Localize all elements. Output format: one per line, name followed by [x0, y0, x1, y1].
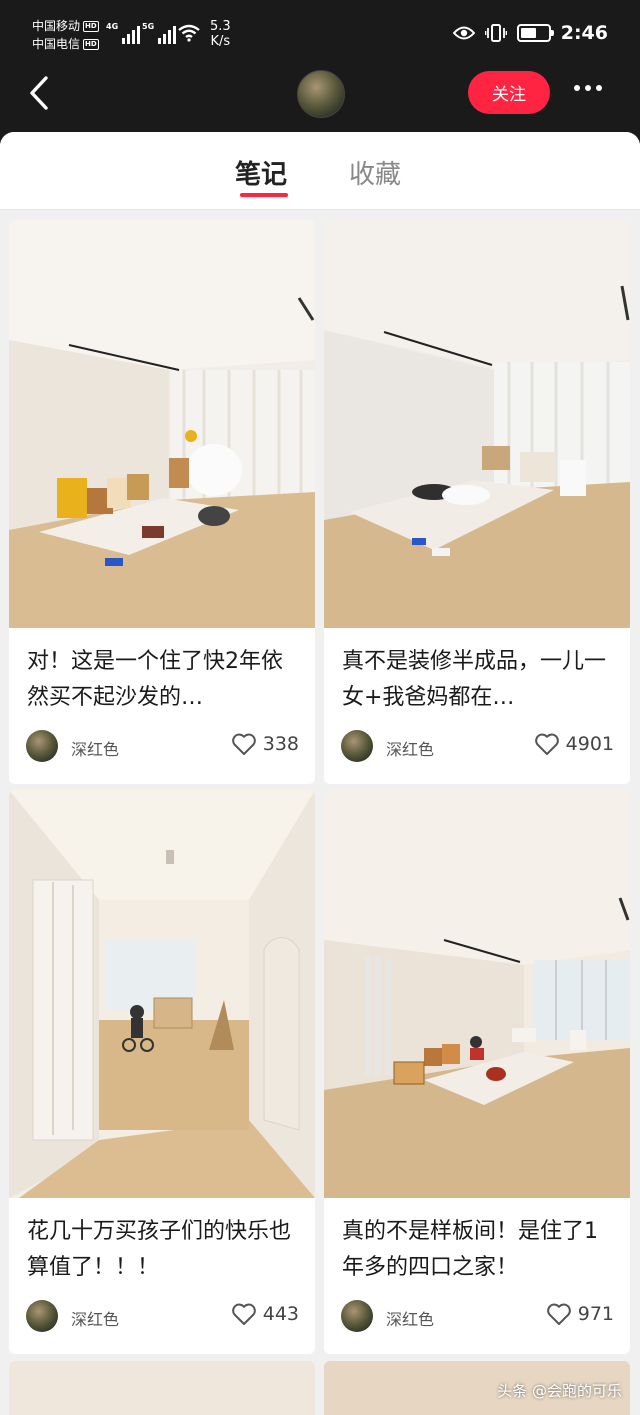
active-tab-indicator: [240, 193, 288, 197]
battery-icon: [516, 24, 554, 42]
speed-unit: K/s: [210, 34, 231, 49]
like-count: 338: [262, 733, 299, 755]
tab-collections[interactable]: 收藏: [349, 154, 401, 191]
author-name[interactable]: 深红色: [71, 736, 119, 760]
like-button[interactable]: 443: [231, 1302, 299, 1326]
content-sheet: 笔记 收藏 对！这是一个住了快2年依然买不起沙发的… 深红色 338 真不是装修…: [0, 132, 640, 1415]
carrier-info: 中国移动 HD 中国电信 HD: [32, 17, 99, 53]
status-bar: 中国移动 HD 中国电信 HD 4G 5G 5.3 K/s 2:46: [0, 0, 640, 60]
carrier-1: 中国移动: [32, 19, 81, 33]
author-avatar[interactable]: [341, 1300, 373, 1332]
note-photo[interactable]: [9, 220, 315, 628]
author-avatar[interactable]: [341, 730, 373, 762]
hd-badge: HD: [83, 20, 99, 32]
clock: 2:46: [560, 22, 608, 44]
signal-icon: 4G: [106, 22, 141, 44]
hd-badge: HD: [83, 38, 99, 50]
wifi-icon: [178, 24, 200, 42]
carrier-2: 中国电信: [32, 37, 81, 51]
note-title[interactable]: 花几十万买孩子们的快乐也算值了！！！: [27, 1214, 301, 1286]
avatar[interactable]: [297, 70, 345, 118]
like-button[interactable]: 338: [231, 732, 299, 756]
like-count: 4901: [565, 733, 614, 755]
author-name[interactable]: 深红色: [386, 1306, 434, 1330]
note-card[interactable]: 对！这是一个住了快2年依然买不起沙发的… 深红色 338: [9, 220, 315, 784]
like-button[interactable]: 971: [546, 1302, 614, 1326]
status-right: 2:46: [452, 22, 608, 44]
more-icon[interactable]: [574, 85, 602, 91]
note-title[interactable]: 真的不是样板间！是住了1年多的四口之家！: [342, 1214, 616, 1286]
heart-icon[interactable]: [534, 732, 560, 756]
net-type-2: 5G: [142, 22, 155, 31]
signal-icon: 5G: [142, 22, 177, 44]
network-speed: 5.3 K/s: [210, 19, 231, 49]
note-card-partial[interactable]: [9, 1361, 315, 1415]
tab-bar: 笔记 收藏: [0, 132, 640, 210]
note-card[interactable]: 花几十万买孩子们的快乐也算值了！！！ 深红色 443: [9, 790, 315, 1354]
like-count: 971: [577, 1303, 614, 1325]
author-name[interactable]: 深红色: [71, 1306, 119, 1330]
follow-button[interactable]: 关注: [468, 71, 550, 114]
top-bar: 中国移动 HD 中国电信 HD 4G 5G 5.3 K/s 2:46 关注: [0, 0, 640, 150]
heart-icon[interactable]: [231, 732, 257, 756]
note-photo[interactable]: [324, 220, 630, 628]
note-photo[interactable]: [9, 790, 315, 1198]
note-title[interactable]: 对！这是一个住了快2年依然买不起沙发的…: [27, 644, 301, 716]
note-title[interactable]: 真不是装修半成品，一儿一女+我爸妈都在…: [342, 644, 616, 716]
author-name[interactable]: 深红色: [386, 736, 434, 760]
note-photo[interactable]: [324, 790, 630, 1198]
author-avatar[interactable]: [26, 1300, 58, 1332]
heart-icon[interactable]: [231, 1302, 257, 1326]
speed-value: 5.3: [210, 19, 231, 34]
note-card[interactable]: 真不是装修半成品，一儿一女+我爸妈都在… 深红色 4901: [324, 220, 630, 784]
back-arrow-icon[interactable]: [26, 74, 54, 112]
tab-notes[interactable]: 笔记: [235, 154, 287, 191]
author-avatar[interactable]: [26, 730, 58, 762]
watermark: 头条 @会跑的可乐: [497, 1382, 622, 1400]
like-button[interactable]: 4901: [534, 732, 614, 756]
net-type-1: 4G: [106, 22, 119, 31]
eye-icon: [452, 26, 475, 40]
heart-icon[interactable]: [546, 1302, 572, 1326]
like-count: 443: [262, 1303, 299, 1325]
note-card[interactable]: 真的不是样板间！是住了1年多的四口之家！ 深红色 971: [324, 790, 630, 1354]
vibrate-icon: [484, 24, 507, 42]
